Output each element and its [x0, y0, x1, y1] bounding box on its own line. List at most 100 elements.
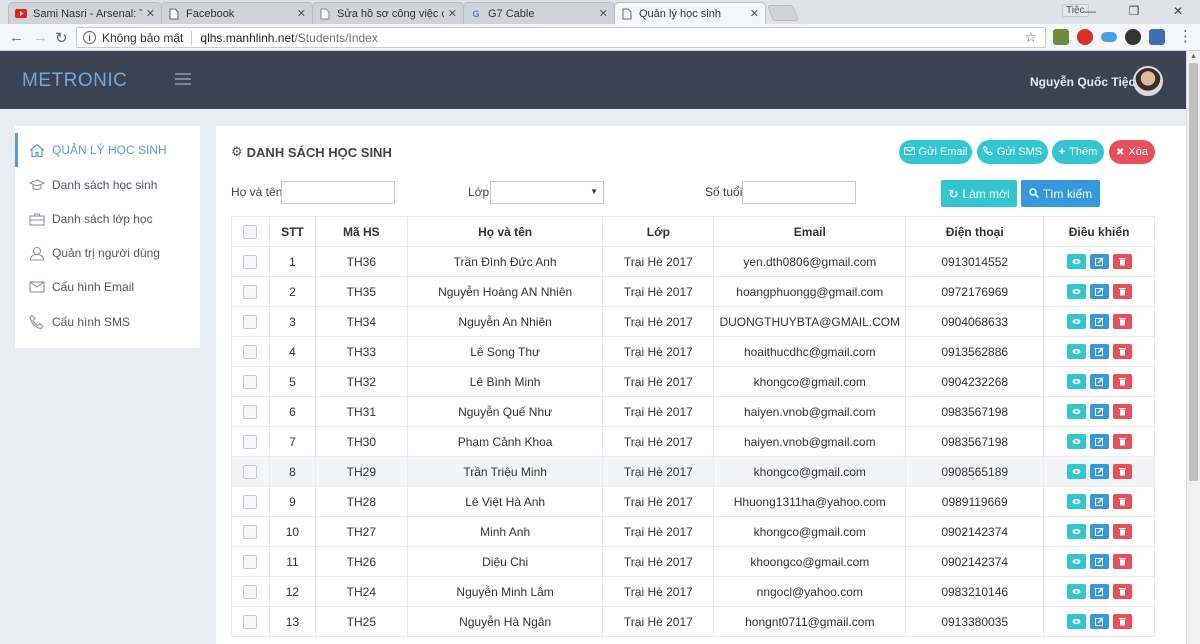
scroll-up-icon[interactable]: ▲ [1190, 53, 1197, 60]
maximize-icon[interactable]: ❐ [1112, 4, 1156, 18]
add-button[interactable]: + Thêm [1052, 140, 1104, 164]
row-checkbox[interactable] [243, 254, 258, 269]
edit-button[interactable] [1089, 524, 1109, 540]
view-button[interactable] [1066, 314, 1086, 330]
row-checkbox[interactable] [243, 554, 258, 569]
row-checkbox[interactable] [243, 434, 258, 449]
view-button[interactable] [1066, 524, 1086, 540]
delete-row-button[interactable] [1112, 464, 1132, 480]
row-checkbox[interactable] [243, 314, 258, 329]
edit-button[interactable] [1089, 614, 1109, 630]
delete-row-button[interactable] [1112, 374, 1132, 390]
class-filter-select[interactable]: ▼ [490, 181, 604, 204]
column-header[interactable]: Lớp [602, 216, 715, 247]
edit-button[interactable] [1089, 374, 1109, 390]
close-icon[interactable]: ✕ [297, 7, 306, 20]
delete-row-button[interactable] [1112, 614, 1132, 630]
view-button[interactable] [1066, 344, 1086, 360]
delete-row-button[interactable] [1112, 584, 1132, 600]
search-button[interactable]: Tìm kiếm [1021, 180, 1100, 207]
view-button[interactable] [1066, 494, 1086, 510]
delete-row-button[interactable] [1112, 404, 1132, 420]
avatar[interactable] [1133, 66, 1163, 96]
close-icon[interactable]: ✕ [750, 7, 759, 20]
extension-icon[interactable] [1149, 29, 1165, 45]
send-sms-button[interactable]: Gửi SMS [977, 140, 1048, 164]
user-name[interactable]: Nguyễn Quốc Tiệc [1030, 75, 1135, 89]
close-icon[interactable]: ✕ [146, 7, 155, 20]
column-header[interactable]: STT [268, 216, 316, 247]
sidebar-item-student-list[interactable]: Danh sách học sinh [15, 168, 200, 202]
row-checkbox[interactable] [243, 524, 258, 539]
new-tab-button[interactable] [767, 5, 799, 21]
view-button[interactable] [1066, 374, 1086, 390]
reset-button[interactable]: ↻ Làm mới [941, 180, 1017, 207]
browser-tab-2[interactable]: Facebook ✕ [161, 2, 313, 24]
close-window-icon[interactable]: ✕ [1156, 4, 1200, 18]
row-checkbox[interactable] [243, 494, 258, 509]
age-filter-input[interactable] [742, 181, 856, 204]
sidebar-item-class-list[interactable]: Danh sách lớp học [15, 202, 200, 236]
view-button[interactable] [1066, 584, 1086, 600]
column-header[interactable]: Email [713, 216, 907, 247]
delete-row-button[interactable] [1112, 494, 1132, 510]
sidebar-item-email-config[interactable]: Cấu hình Email [15, 270, 200, 304]
sidebar-item-user-admin[interactable]: Quản trị người dùng [15, 236, 200, 270]
column-header[interactable]: Mã HS [314, 216, 408, 247]
row-checkbox[interactable] [243, 344, 258, 359]
sidebar-item-sms-config[interactable]: Cấu hình SMS [15, 305, 200, 339]
column-header[interactable]: Họ và tên [406, 216, 604, 247]
send-email-button[interactable]: Gửi Email [899, 140, 972, 164]
delete-row-button[interactable] [1112, 434, 1132, 450]
name-filter-input[interactable] [281, 181, 395, 204]
row-checkbox[interactable] [243, 404, 258, 419]
row-checkbox[interactable] [243, 614, 258, 629]
edit-button[interactable] [1089, 284, 1109, 300]
row-checkbox[interactable] [243, 284, 258, 299]
url-input[interactable]: i Không bảo mật qlhs.manhlinh.net /Stude… [76, 27, 1046, 48]
select-all-checkbox[interactable] [243, 224, 258, 239]
forward-icon[interactable]: → [33, 29, 48, 46]
view-button[interactable] [1066, 434, 1086, 450]
edit-button[interactable] [1089, 434, 1109, 450]
scrollbar-thumb[interactable] [1189, 63, 1198, 481]
delete-row-button[interactable] [1112, 314, 1132, 330]
info-icon[interactable]: i [83, 31, 96, 44]
row-checkbox[interactable] [243, 584, 258, 599]
delete-row-button[interactable] [1112, 254, 1132, 270]
edit-button[interactable] [1089, 464, 1109, 480]
row-checkbox[interactable] [243, 464, 258, 479]
minimize-icon[interactable]: — [1068, 4, 1112, 18]
logo[interactable]: METRONIC [22, 70, 127, 92]
reload-icon[interactable]: ↻ [55, 29, 68, 47]
extension-eyedropper-icon[interactable] [1053, 29, 1069, 45]
edit-button[interactable] [1089, 314, 1109, 330]
delete-button[interactable]: ✖ Xóa [1109, 140, 1155, 164]
delete-row-button[interactable] [1112, 284, 1132, 300]
view-button[interactable] [1066, 554, 1086, 570]
cloud-icon[interactable] [1101, 32, 1117, 42]
browser-tab-5[interactable]: Quản lý học sinh ✕ [614, 2, 766, 24]
extension-icon[interactable] [1125, 29, 1141, 45]
edit-button[interactable] [1089, 254, 1109, 270]
column-header[interactable]: Điện thoại [905, 216, 1045, 247]
view-button[interactable] [1066, 284, 1086, 300]
close-icon[interactable]: ✕ [599, 7, 608, 20]
browser-tab-1[interactable]: Sami Nasri - Arsenal: Từ đ ✕ [8, 2, 162, 24]
edit-button[interactable] [1089, 584, 1109, 600]
view-button[interactable] [1066, 254, 1086, 270]
menu-icon[interactable]: ⋮ [1178, 27, 1193, 45]
delete-row-button[interactable] [1112, 524, 1132, 540]
hamburger-menu-icon[interactable] [175, 73, 191, 85]
page-scrollbar[interactable]: ▲ [1186, 51, 1200, 644]
edit-button[interactable] [1089, 494, 1109, 510]
delete-row-button[interactable] [1112, 344, 1132, 360]
view-button[interactable] [1066, 464, 1086, 480]
row-checkbox[interactable] [243, 374, 258, 389]
browser-tab-3[interactable]: Sửa hồ sơ công việc của b ✕ [312, 2, 464, 24]
browser-tab-4[interactable]: G G7 Cable ✕ [463, 2, 615, 24]
delete-row-button[interactable] [1112, 554, 1132, 570]
bookmark-star-icon[interactable]: ☆ [1024, 29, 1037, 46]
view-button[interactable] [1066, 404, 1086, 420]
sidebar-item-student-management[interactable]: QUẢN LÝ HỌC SINH [15, 133, 200, 167]
